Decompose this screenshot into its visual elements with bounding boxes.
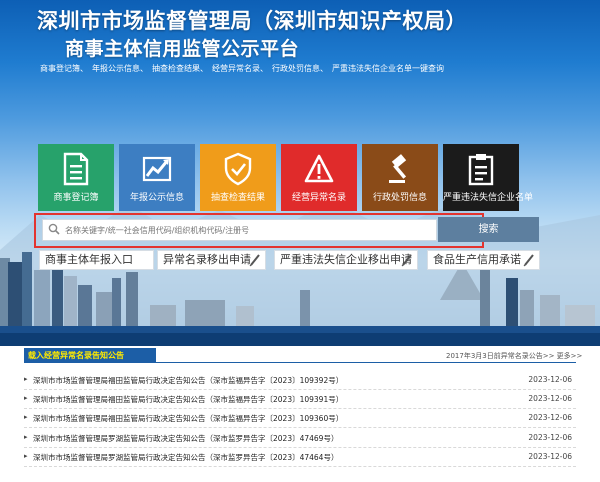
tile-label: 抽查检查结果 <box>210 193 265 203</box>
notice-date: 2023-12-06 <box>528 413 572 422</box>
bullet-icon: ▸ <box>24 433 28 441</box>
quick-link-label: 食品生产信用承诺 <box>433 253 521 266</box>
bullet-icon: ▸ <box>24 452 28 460</box>
nav-link-abnormal[interactable]: 经营异常名录、 <box>212 63 268 74</box>
warning-icon <box>304 154 334 183</box>
pencil-icon <box>249 254 260 267</box>
notice-title-link[interactable]: 深圳市市场监督管理局福田监管局行政决定告知公告（深市监福异告字〔2023〕109… <box>33 413 343 424</box>
nav-link-inspection[interactable]: 抽查检查结果、 <box>152 63 208 74</box>
clipboard-icon <box>468 154 494 186</box>
more-notices-link[interactable]: 2017年3月3日前异常名录公告>> 更多>> <box>446 351 582 361</box>
tile-inspection-results[interactable]: 抽查检查结果 <box>200 144 276 211</box>
notice-date: 2023-12-06 <box>528 375 572 384</box>
bullet-icon: ▸ <box>24 375 28 383</box>
quick-link-annual-report-entry[interactable]: 商事主体年报入口 <box>39 250 154 270</box>
notice-title-link[interactable]: 深圳市市场监督管理局罗湖监管局行政决定告知公告（深市监罗异告字〔2023〕474… <box>33 452 338 463</box>
nav-link-blacklist[interactable]: 严重违法失信企业名单一键查询 <box>332 63 444 74</box>
shield-check-icon <box>224 152 252 186</box>
chart-icon <box>142 156 172 182</box>
notice-row[interactable]: ▸ 深圳市市场监督管理局罗湖监管局行政决定告知公告（深市监罗异告字〔2023〕4… <box>24 447 576 467</box>
quick-link-label: 商事主体年报入口 <box>45 253 133 266</box>
quick-link-serious-violation-removal[interactable]: 严重违法失信企业移出申请 <box>274 250 418 270</box>
tile-label: 年报公示信息 <box>129 193 184 203</box>
notice-section-title: 载入经营异常名录告知公告 <box>24 348 156 363</box>
notice-section-divider <box>24 362 576 363</box>
bullet-icon: ▸ <box>24 413 28 421</box>
quick-link-abnormal-removal[interactable]: 异常名录移出申请 <box>157 250 266 270</box>
quick-link-food-credit-commitment[interactable]: 食品生产信用承诺 <box>427 250 540 270</box>
document-icon <box>63 152 89 186</box>
organization-name: 深圳市市场监督管理局（深圳市知识产权局） <box>37 9 467 33</box>
nav-link-register[interactable]: 商事登记簿、 <box>40 63 88 74</box>
pencil-icon <box>401 254 412 267</box>
tile-serious-violation-list[interactable]: 严重违法失信企业名单 <box>443 144 534 211</box>
bullet-icon: ▸ <box>24 394 28 402</box>
search-button[interactable]: 搜索 <box>438 217 539 242</box>
tile-label: 严重违法失信企业名单 <box>443 193 534 203</box>
quick-link-label: 严重违法失信企业移出申请 <box>280 253 412 266</box>
notice-date: 2023-12-06 <box>528 433 572 442</box>
tile-business-register[interactable]: 商事登记簿 <box>38 144 114 211</box>
notice-title-link[interactable]: 深圳市市场监督管理局福田监管局行政决定告知公告（深市监福异告字〔2023〕109… <box>33 394 343 405</box>
tile-annual-report[interactable]: 年报公示信息 <box>119 144 195 211</box>
notice-row[interactable]: ▸ 深圳市市场监督管理局福田监管局行政决定告知公告（深市监福异告字〔2023〕1… <box>24 408 576 428</box>
tile-label: 经营异常名录 <box>291 193 346 203</box>
notice-date: 2023-12-06 <box>528 452 572 461</box>
notice-title-link[interactable]: 深圳市市场监督管理局福田监管局行政决定告知公告（深市监福异告字〔2023〕109… <box>33 375 343 386</box>
tile-abnormal-list[interactable]: 经营异常名录 <box>281 144 357 211</box>
platform-title: 商事主体信用监管公示平台 <box>65 38 300 60</box>
tile-administrative-penalty[interactable]: 行政处罚信息 <box>362 144 438 211</box>
notice-date: 2023-12-06 <box>528 394 572 403</box>
gavel-icon <box>389 154 407 183</box>
notice-title-link[interactable]: 深圳市市场监督管理局罗湖监管局行政决定告知公告（深市监罗异告字〔2023〕474… <box>33 433 338 444</box>
tile-label: 行政处罚信息 <box>372 193 427 203</box>
nav-link-penalty[interactable]: 行政处罚信息、 <box>272 63 328 74</box>
nav-link-annual-report[interactable]: 年报公示信息、 <box>92 63 148 74</box>
pencil-icon <box>523 254 534 267</box>
search-input[interactable] <box>42 219 437 241</box>
header-quick-query-links: 商事登记簿、 年报公示信息、 抽查检查结果、 经营异常名录、 行政处罚信息、 严… <box>40 63 448 74</box>
tile-label: 商事登记簿 <box>53 193 99 203</box>
notice-row[interactable]: ▸ 深圳市市场监督管理局福田监管局行政决定告知公告（深市监福异告字〔2023〕1… <box>24 370 576 390</box>
quick-link-label: 异常名录移出申请 <box>163 253 251 266</box>
notice-row[interactable]: ▸ 深圳市市场监督管理局福田监管局行政决定告知公告（深市监福异告字〔2023〕1… <box>24 389 576 409</box>
search-icon <box>48 223 60 235</box>
notice-row[interactable]: ▸ 深圳市市场监督管理局罗湖监管局行政决定告知公告（深市监罗异告字〔2023〕4… <box>24 428 576 448</box>
